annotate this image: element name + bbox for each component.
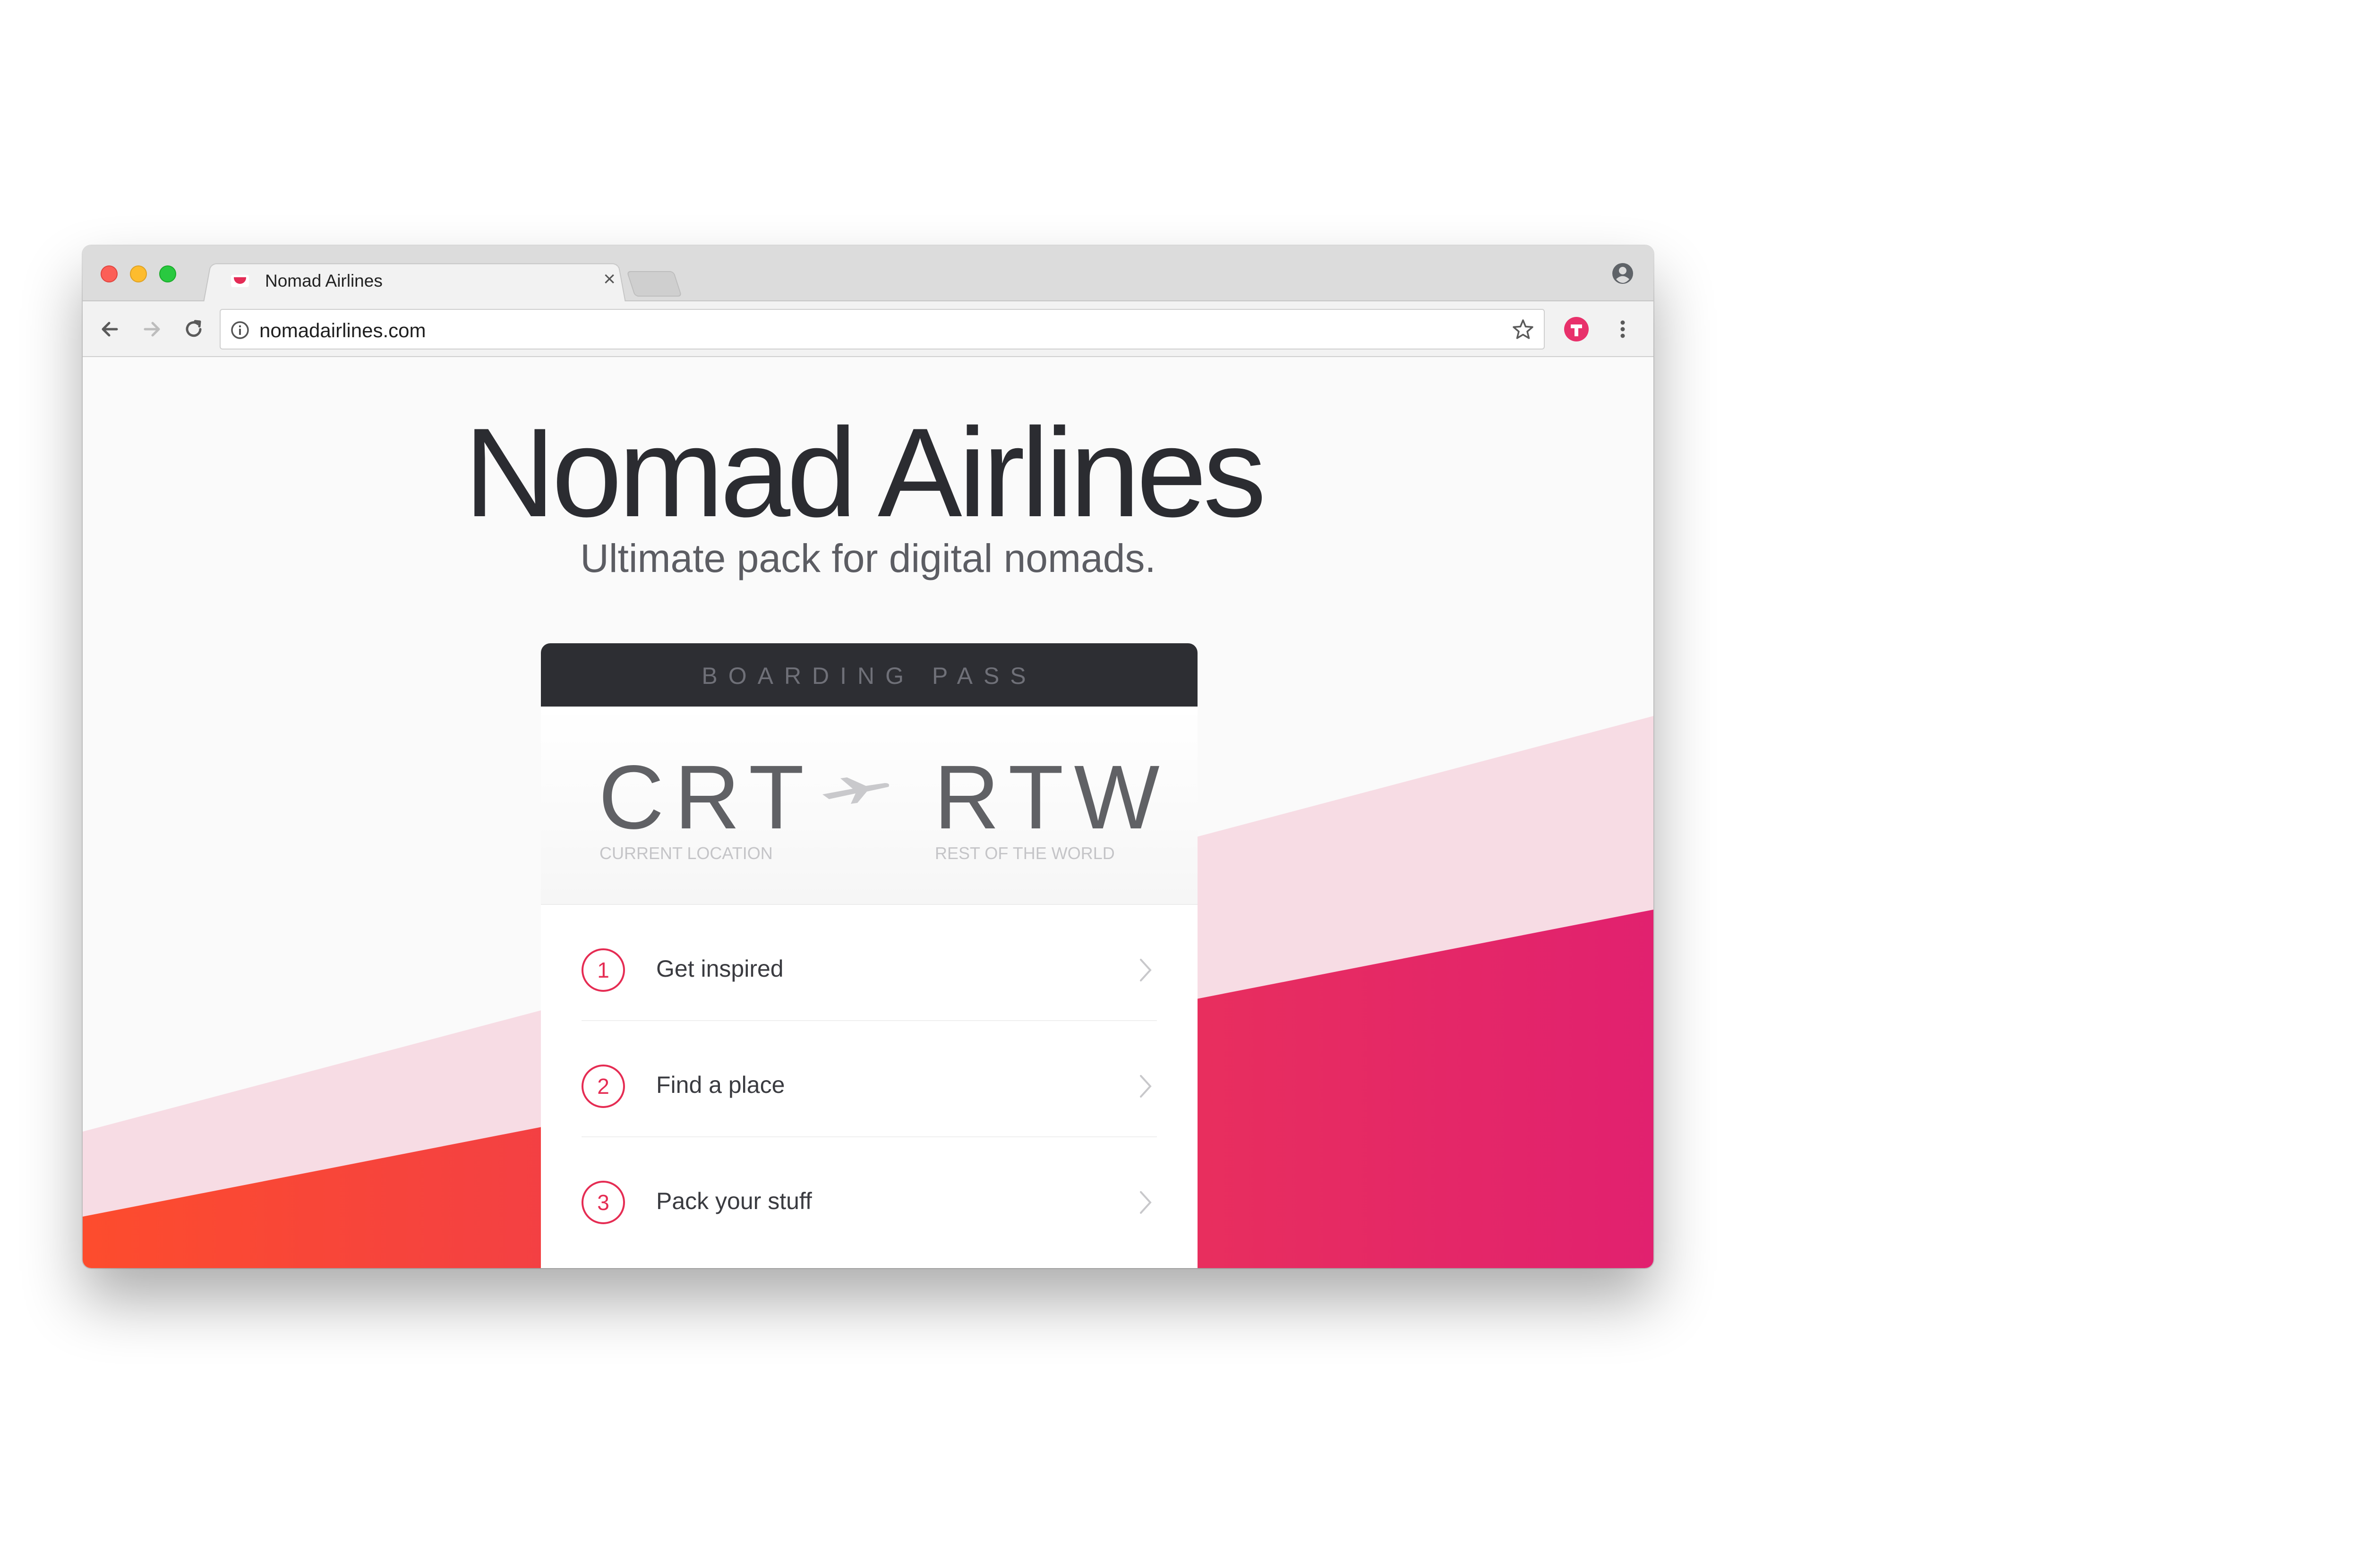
reload-icon[interactable] [180,315,207,343]
step-number-badge: 2 [582,1065,625,1108]
step-label: Pack your stuff [656,1188,812,1214]
forward-icon[interactable] [138,315,166,343]
maximize-icon[interactable] [159,265,176,282]
origin-code: CRT [599,746,815,848]
boarding-pass-card: BOARDING PASS CRT CURRENT LOCATION RTW R… [541,643,1198,1268]
step-label: Find a place [656,1072,785,1098]
profile-icon[interactable] [1611,262,1635,285]
page-viewport: Nomad Airlines Ultimate pack for digital… [83,357,1653,1268]
new-tab-button[interactable] [626,271,682,297]
boarding-pass-header-label: BOARDING PASS [702,663,1037,689]
destination-code: RTW [934,746,1170,848]
origin-label: CURRENT LOCATION [599,844,773,863]
tab-bar: Nomad Airlines × [83,246,1653,302]
url-text[interactable]: nomadairlines.com [259,319,426,342]
step-number-badge: 1 [582,948,625,992]
favicon [231,275,249,287]
route-section: CRT CURRENT LOCATION RTW REST OF THE WOR… [541,707,1198,905]
chevron-right-icon [1140,959,1152,981]
menu-icon[interactable] [1613,315,1632,343]
tab-nomad-airlines[interactable]: Nomad Airlines × [210,261,621,301]
step-number-badge: 3 [582,1181,625,1224]
close-window-icon[interactable] [101,265,118,282]
chevron-right-icon [1140,1191,1152,1214]
plane-icon [822,777,889,804]
step-find-a-place[interactable]: 2 Find a place [541,1021,1198,1137]
page-subtitle: Ultimate pack for digital nomads. [580,536,1156,580]
tab-close-icon[interactable]: × [603,267,616,291]
back-icon[interactable] [96,315,123,343]
browser-window: Nomad Airlines × nomadairlines.com Nomad… [83,246,1653,1268]
step-get-inspired[interactable]: 1 Get inspired [541,905,1198,1021]
tab-title: Nomad Airlines [265,271,383,290]
info-icon[interactable] [230,320,250,340]
extension-icon[interactable] [1563,315,1590,343]
page-title: Nomad Airlines [464,401,1266,543]
boarding-pass-header: BOARDING PASS [541,643,1198,707]
star-icon[interactable] [1511,317,1535,342]
step-pack-your-stuff[interactable]: 3 Pack your stuff [541,1137,1198,1253]
destination-label: REST OF THE WORLD [935,844,1115,863]
address-bar[interactable]: nomadairlines.com [220,309,1545,349]
browser-toolbar: nomadairlines.com [83,301,1653,357]
chevron-right-icon [1140,1075,1152,1098]
step-label: Get inspired [656,955,784,982]
minimize-icon[interactable] [130,265,147,282]
